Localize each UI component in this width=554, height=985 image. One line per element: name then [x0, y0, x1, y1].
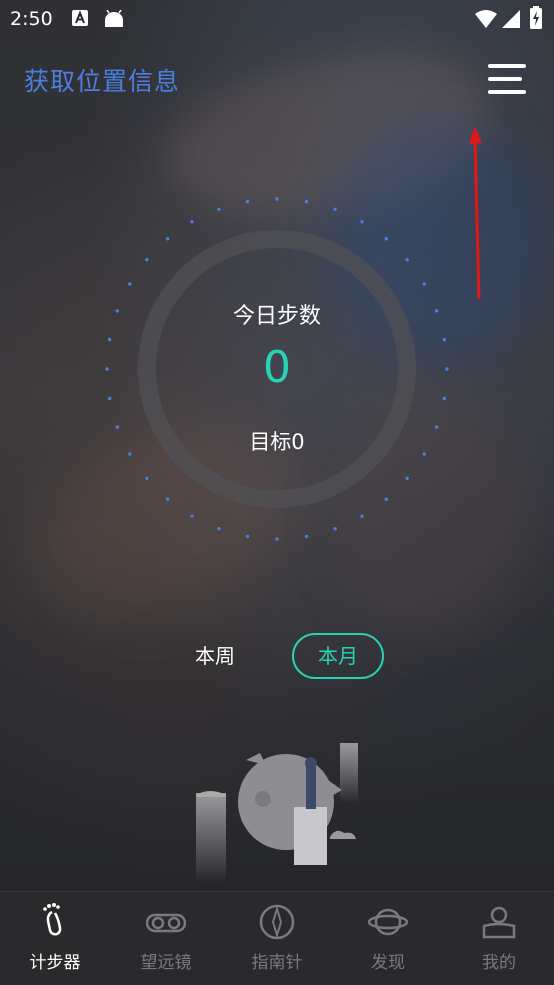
dial-dot [245, 199, 250, 204]
status-bar: 2:50 [0, 0, 554, 40]
page-title[interactable]: 获取位置信息 [24, 62, 180, 98]
dial-dot [190, 220, 194, 224]
bottom-tab-bar: 计步器 望远镜 指南针 发现 我的 [0, 891, 554, 985]
dial-dot [145, 476, 149, 480]
tab-telescope[interactable]: 望远镜 [111, 892, 221, 985]
android-icon [105, 10, 123, 27]
dial-dot [166, 237, 170, 241]
tab-pedometer-label: 计步器 [29, 953, 81, 973]
wifi-icon [475, 10, 497, 28]
dial-dot [384, 237, 388, 241]
dial-dot [107, 337, 112, 342]
menu-button[interactable] [488, 62, 528, 96]
binoculars-icon [146, 913, 186, 933]
step-dial: 今日步数 0 目标0 [100, 192, 454, 546]
tab-week[interactable]: 本周 [180, 640, 250, 669]
dial-dot [333, 207, 337, 211]
dial-dot [145, 258, 149, 262]
tab-compass-label: 指南针 [251, 953, 303, 973]
dial-dot [245, 534, 250, 539]
dial-dot [333, 527, 337, 531]
tab-discover[interactable]: 发现 [333, 892, 443, 985]
footprint-icon [43, 903, 62, 936]
dial-dot [190, 514, 194, 518]
tab-compass[interactable]: 指南针 [222, 892, 332, 985]
moon-illustration [196, 743, 358, 883]
a-notification-icon [72, 10, 88, 26]
dial-dot [360, 514, 364, 518]
dial-dot [128, 282, 132, 286]
step-target: 目标0 [249, 430, 305, 454]
dial-dot [442, 337, 447, 342]
dial-dot [166, 497, 170, 501]
tab-mine-label: 我的 [482, 953, 516, 973]
profile-icon [482, 906, 516, 939]
dial-dot [384, 497, 388, 501]
tab-telescope-label: 望远镜 [140, 953, 192, 973]
dial-dot [360, 220, 364, 224]
dial-dot [422, 282, 426, 286]
battery-icon [530, 6, 542, 29]
compass-icon [259, 904, 295, 940]
dial-dot [217, 527, 221, 531]
dial-dot [442, 396, 447, 401]
dial-dot [275, 197, 279, 201]
today-steps-label: 今日步数 [232, 304, 321, 329]
dial-dot [275, 537, 279, 541]
red-arrow-annotation [469, 126, 482, 300]
dial-dot [217, 207, 221, 211]
signal-icon [502, 10, 520, 28]
dial-dot [405, 258, 409, 262]
status-time: 2:50 [10, 8, 53, 30]
tab-discover-label: 发现 [371, 953, 405, 973]
tab-mine[interactable]: 我的 [444, 892, 554, 985]
dial-dot [107, 396, 112, 401]
tab-month[interactable]: 本月 [292, 633, 384, 679]
tab-pedometer[interactable]: 计步器 [0, 892, 110, 985]
dial-dot [304, 534, 309, 539]
dial-dot [405, 476, 409, 480]
dial-dot [304, 199, 309, 204]
step-count: 0 [263, 342, 291, 393]
planet-icon [368, 908, 408, 936]
